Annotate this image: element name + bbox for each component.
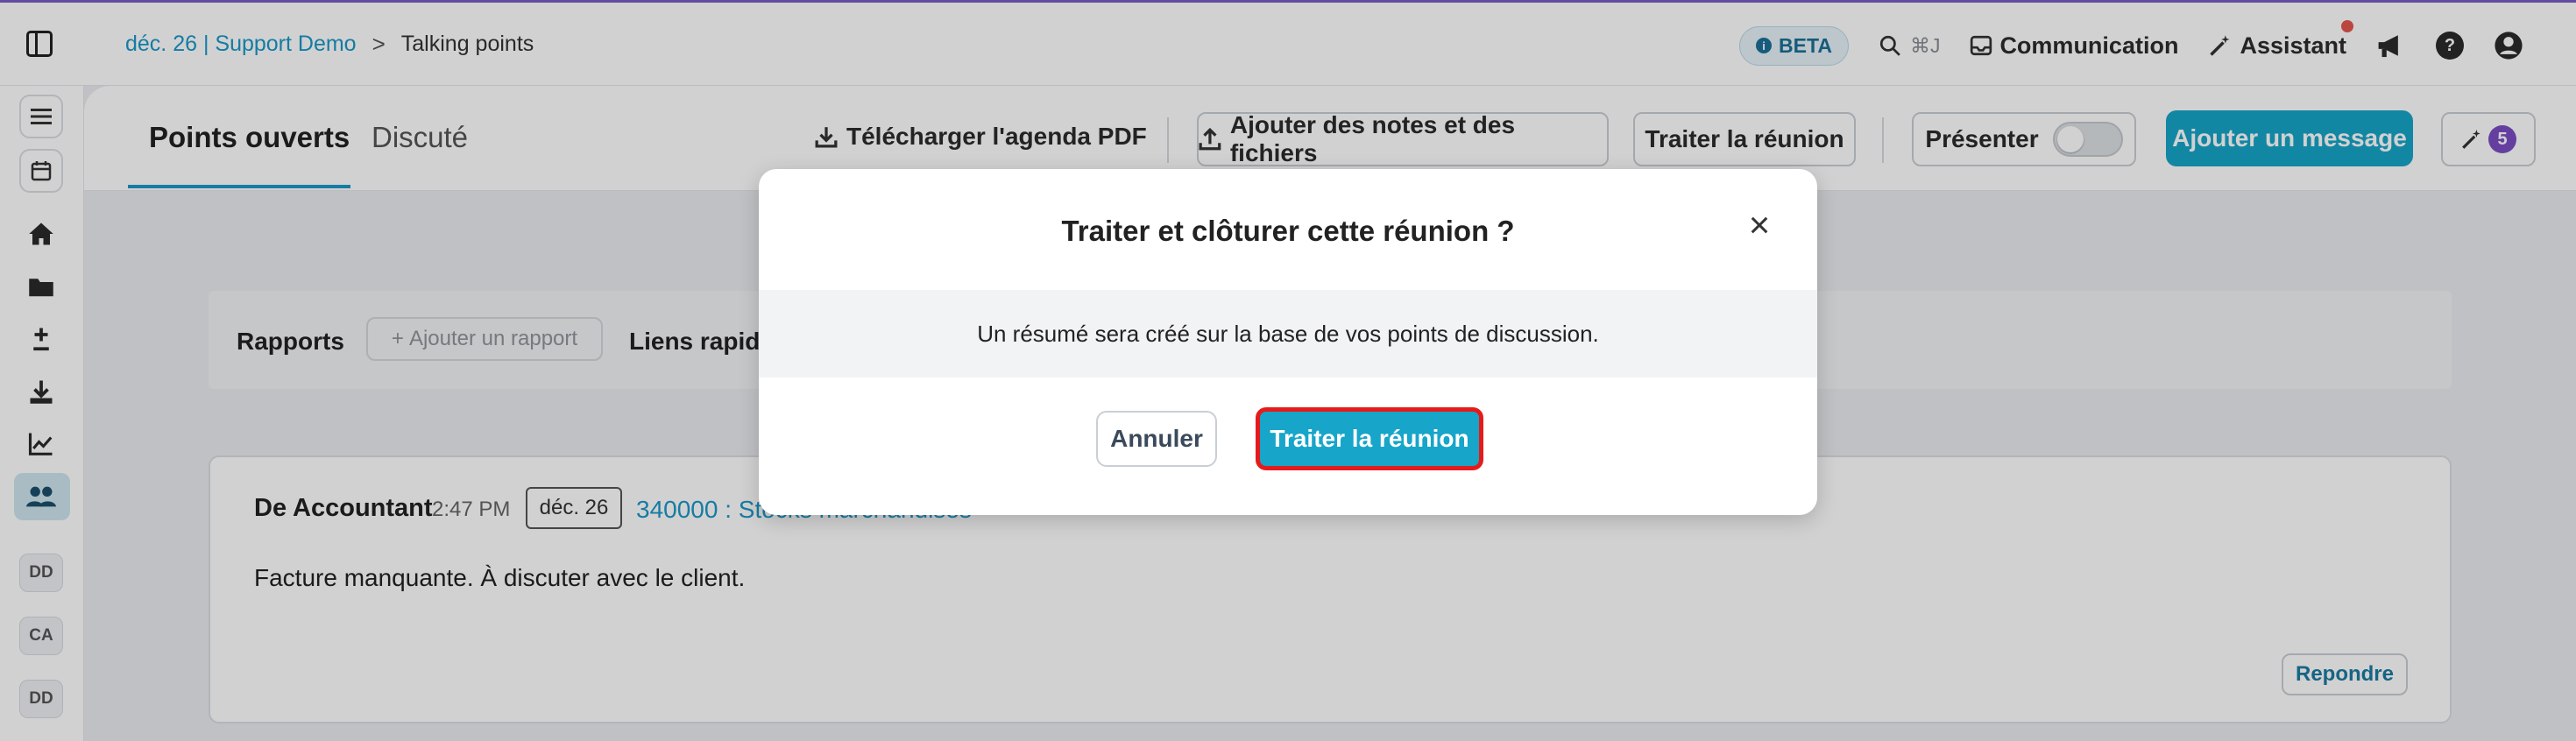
dialog-message: Un résumé sera créé sur la base de vos p… — [977, 321, 1599, 347]
confirm-process-button[interactable]: Traiter la réunion — [1256, 407, 1483, 470]
dialog-title: Traiter et clôturer cette réunion ? — [1061, 215, 1515, 247]
cancel-button[interactable]: Annuler — [1096, 411, 1217, 467]
dialog-footer: Annuler Traiter la réunion — [759, 378, 1817, 515]
dialog-header: Traiter et clôturer cette réunion ? × — [759, 169, 1817, 290]
process-meeting-dialog: Traiter et clôturer cette réunion ? × Un… — [759, 169, 1817, 515]
close-icon[interactable]: × — [1742, 207, 1777, 243]
dialog-body: Un résumé sera créé sur la base de vos p… — [759, 290, 1817, 378]
